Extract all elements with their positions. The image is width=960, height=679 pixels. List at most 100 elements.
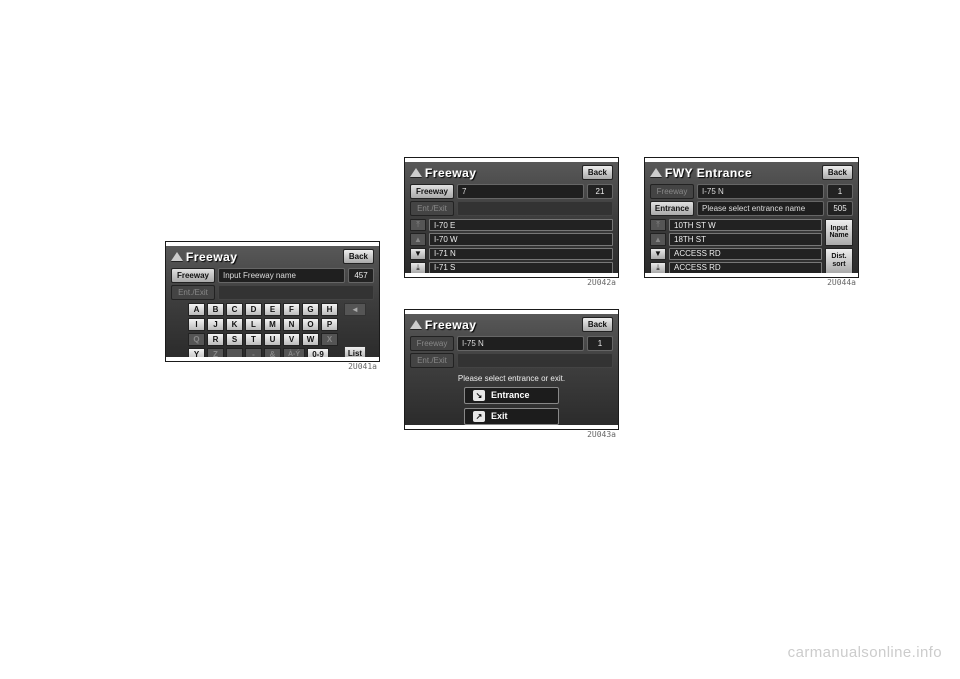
scroll-top-button: ⤒ xyxy=(650,219,666,231)
figure-id: 2U041a xyxy=(348,362,377,371)
back-button[interactable]: Back xyxy=(822,165,853,180)
backspace-button[interactable]: ◄ xyxy=(344,303,366,316)
figure-id: 2U043a xyxy=(587,430,616,439)
screen-title: Freeway xyxy=(425,166,579,180)
scroll-up-button: ▲ xyxy=(410,233,426,245)
panel-bottom-bar xyxy=(405,425,618,429)
list-item[interactable]: 10TH ST W xyxy=(669,219,822,231)
scroll-top-button: ⤒ xyxy=(410,219,426,231)
right-button-column: Input Name Dist. sort xyxy=(825,219,853,274)
freeway-count: 21 xyxy=(587,184,613,199)
key-S[interactable]: S xyxy=(226,333,243,346)
entexit-label: Ent./Exit xyxy=(410,353,454,368)
key-P[interactable]: P xyxy=(321,318,338,331)
scroll-down-button[interactable]: ▼ xyxy=(650,248,666,260)
scroll-column: ⤒ ▲ ▼ ⤓ xyxy=(410,219,426,274)
input-name-button[interactable]: Input Name xyxy=(825,219,853,246)
key-H[interactable]: H xyxy=(321,303,338,316)
exit-button[interactable]: ↗ Exit xyxy=(464,408,559,425)
freeway-label[interactable]: Freeway xyxy=(171,268,215,283)
scroll-down-button[interactable]: ▼ xyxy=(410,248,426,260)
select-caption: Please select entrance or exit. xyxy=(458,374,565,383)
entrance-count: 505 xyxy=(827,201,853,216)
watermark: carmanualsonline.info xyxy=(788,644,942,661)
freeway-entexit-panel: Freeway Back Freeway I-75 N 1 Ent./Exit … xyxy=(404,309,619,430)
list-item[interactable]: I-70 E xyxy=(429,219,613,231)
entexit-input xyxy=(457,353,613,368)
entexit-field-row: Ent./Exit xyxy=(166,284,379,301)
list-item[interactable]: I-70 W xyxy=(429,233,613,245)
list-column: I-70 E I-70 W I-71 N I-71 S xyxy=(429,219,613,274)
list-item[interactable]: 18TH ST xyxy=(669,233,822,245)
freeway-input: I-75 N xyxy=(457,336,584,351)
map-icon[interactable] xyxy=(410,168,422,177)
key-I[interactable]: I xyxy=(188,318,205,331)
key-C[interactable]: C xyxy=(226,303,243,316)
entrance-field-row: Entrance Please select entrance name 505 xyxy=(645,200,858,217)
list-item[interactable]: ACCESS RD xyxy=(669,248,822,260)
key-W[interactable]: W xyxy=(302,333,319,346)
entrance-button[interactable]: ↘ Entrance xyxy=(464,387,559,404)
freeway-label: Freeway xyxy=(410,336,454,351)
keyboard: A B C D E F G H I J K L M N O P Q R xyxy=(166,301,379,364)
key-E[interactable]: E xyxy=(264,303,281,316)
freeway-label[interactable]: Freeway xyxy=(410,184,454,199)
freeway-field-row: Freeway 7 21 xyxy=(405,183,618,200)
freeway-field-row: Freeway I-75 N 1 xyxy=(405,335,618,352)
entexit-input xyxy=(457,201,613,216)
freeway-count: 1 xyxy=(827,184,853,199)
freeway-input[interactable]: 7 xyxy=(457,184,584,199)
entrance-input[interactable]: Please select entrance name xyxy=(697,201,824,216)
keyboard-side-column: ◄ List xyxy=(344,303,366,361)
fwy-entrance-panel: FWY Entrance Back Freeway I-75 N 1 Entra… xyxy=(644,157,859,278)
freeway-list-panel: Freeway Back Freeway 7 21 Ent./Exit ⤒ ▲ … xyxy=(404,157,619,278)
panel-bottom-bar xyxy=(645,273,858,277)
back-button[interactable]: Back xyxy=(582,165,613,180)
key-J[interactable]: J xyxy=(207,318,224,331)
freeway-input: I-75 N xyxy=(697,184,824,199)
kb-row-3: Q R S T U V W X xyxy=(188,333,338,346)
list-item[interactable]: I-71 N xyxy=(429,248,613,260)
entexit-field-row: Ent./Exit xyxy=(405,200,618,217)
key-R[interactable]: R xyxy=(207,333,224,346)
entrance-icon: ↘ xyxy=(473,390,485,401)
key-G[interactable]: G xyxy=(302,303,319,316)
keyboard-grid: A B C D E F G H I J K L M N O P Q R xyxy=(188,303,338,361)
list-column: 10TH ST W 18TH ST ACCESS RD ACCESS RD xyxy=(669,219,822,274)
list-area: ⤒ ▲ ▼ ⤓ 10TH ST W 18TH ST ACCESS RD ACCE… xyxy=(645,217,858,277)
freeway-input[interactable]: Input Freeway name xyxy=(218,268,345,283)
screen-title: FWY Entrance xyxy=(665,166,819,180)
map-icon[interactable] xyxy=(410,320,422,329)
key-N[interactable]: N xyxy=(283,318,300,331)
key-O[interactable]: O xyxy=(302,318,319,331)
figure-id: 2U044a xyxy=(827,278,856,287)
key-K[interactable]: K xyxy=(226,318,243,331)
key-T[interactable]: T xyxy=(245,333,262,346)
key-L[interactable]: L xyxy=(245,318,262,331)
figure-id: 2U042a xyxy=(587,278,616,287)
freeway-label: Freeway xyxy=(650,184,694,199)
exit-icon: ↗ xyxy=(473,411,485,422)
key-D[interactable]: D xyxy=(245,303,262,316)
back-button[interactable]: Back xyxy=(582,317,613,332)
key-V[interactable]: V xyxy=(283,333,300,346)
key-M[interactable]: M xyxy=(264,318,281,331)
entrance-label: Entrance xyxy=(491,390,530,400)
key-F[interactable]: F xyxy=(283,303,300,316)
key-B[interactable]: B xyxy=(207,303,224,316)
freeway-field-row: Freeway I-75 N 1 xyxy=(645,183,858,200)
screen-title: Freeway xyxy=(186,250,340,264)
map-icon[interactable] xyxy=(171,252,183,261)
panel-top-bar xyxy=(405,310,618,314)
back-button[interactable]: Back xyxy=(343,249,374,264)
entexit-input xyxy=(218,285,374,300)
entexit-label: Ent./Exit xyxy=(171,285,215,300)
scroll-up-button: ▲ xyxy=(650,233,666,245)
key-U[interactable]: U xyxy=(264,333,281,346)
dist-sort-button[interactable]: Dist. sort xyxy=(825,248,853,275)
screen-title: Freeway xyxy=(425,318,579,332)
entrance-label[interactable]: Entrance xyxy=(650,201,694,216)
entexit-field-row: Ent./Exit xyxy=(405,352,618,369)
key-A[interactable]: A xyxy=(188,303,205,316)
map-icon[interactable] xyxy=(650,168,662,177)
